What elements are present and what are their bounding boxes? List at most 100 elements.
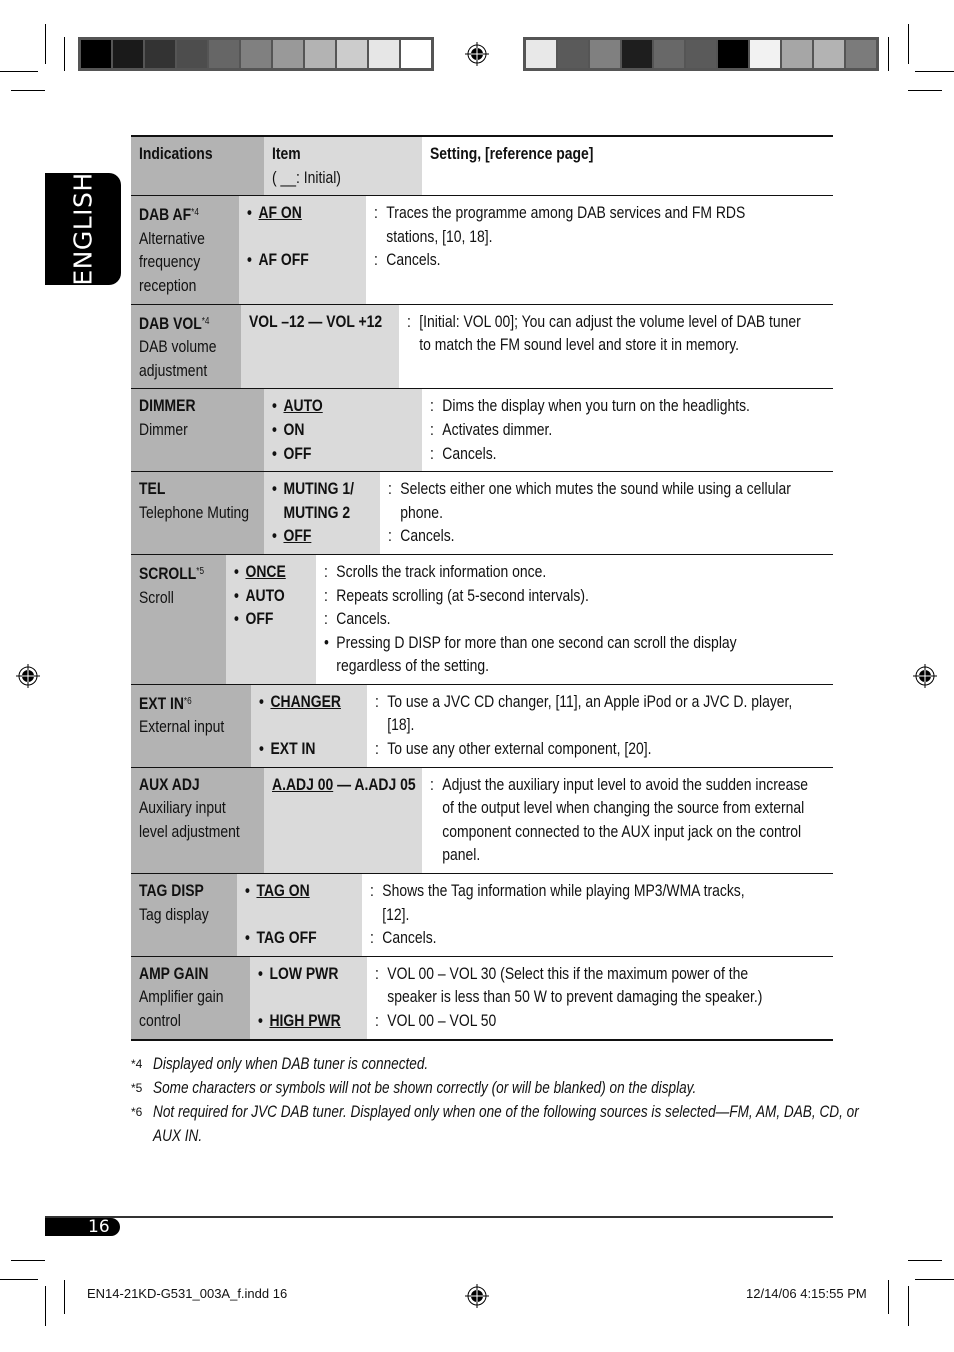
indication-description: Telephone Muting [139, 502, 250, 522]
setting-text: phone. [400, 502, 443, 522]
item-option [247, 225, 338, 249]
color-swatch [305, 40, 335, 68]
item-option: EXT IN [259, 737, 341, 761]
setting-line: : Scrolls the track information once. [324, 560, 737, 584]
setting-prefix [374, 225, 386, 249]
setting-prefix [375, 985, 387, 1009]
setting-text: Cancels. [442, 443, 497, 463]
color-swatch [846, 40, 876, 68]
setting-prefix: : [387, 479, 392, 499]
setting-text: [12]. [382, 904, 410, 924]
setting-text: Pressing D DISP for more than one second… [336, 632, 737, 652]
indication-name: DAB AF*4 [139, 201, 214, 227]
footnote-text: Not required for JVC DAB tuner. Displaye… [153, 1102, 859, 1121]
item-option: A.ADJ 00 — A.ADJ 05 [272, 773, 416, 797]
indication-name: EXT IN*6 [139, 690, 224, 716]
table-row: AMP GAIN Amplifier gain control LOW PWR HIG… [131, 955, 854, 1039]
indication-name: SCROLL*5 [139, 560, 204, 586]
item-option: MUTING 1/ [272, 477, 353, 501]
crop-mark [45, 24, 46, 64]
setting-cell: : Dims the display when you turn on the h… [422, 389, 833, 472]
table-row: DAB AF*4AlternativefrequencyreceptionAF … [131, 196, 833, 304]
color-swatch [369, 40, 399, 68]
item-cell: MUTING 1/MUTING 2 OFF [264, 472, 380, 554]
footnote-mark [131, 1124, 153, 1148]
color-swatch [241, 40, 271, 68]
setting-text: component connected to the AUX input jac… [442, 821, 802, 841]
setting-text: regardless of the setting. [336, 656, 489, 676]
table-row: TEL Telephone Muting MUTING 1/MUTING 2 OFF:… [131, 471, 886, 554]
color-swatch [113, 40, 143, 68]
color-swatch [814, 40, 844, 68]
setting-line: : Shows the Tag information while playing… [370, 879, 745, 903]
item-cell: VOL –12 — VOL +12 [241, 304, 400, 389]
item-option: HIGH PWR [258, 1009, 340, 1033]
setting-prefix: : [374, 963, 379, 983]
setting-prefix: : [370, 928, 374, 948]
table-row: TAG DISP Tag display TAG ON TAG OFF: Shows … [131, 873, 833, 956]
indication-code: DAB VOL [139, 313, 202, 333]
color-swatch [177, 40, 207, 68]
crop-mark [45, 1286, 46, 1326]
setting-text: [18]. [387, 715, 415, 735]
item-option: CHANGER [259, 690, 340, 714]
setting-cell: : VOL 00 – VOL 30 (Select this if the max… [366, 956, 854, 1039]
item-option-initial: TAG ON [256, 881, 310, 901]
header-item-note: ( __: Initial) [272, 167, 341, 187]
table-row: AUX ADJ Auxiliary input level adjustment A.… [131, 766, 898, 874]
item-cell: A.ADJ 00 — A.ADJ 05 [264, 767, 422, 874]
setting-prefix: • [323, 632, 329, 652]
item-option: AUTO [234, 584, 294, 608]
setting-text: To use a JVC CD changer, [11], an Apple … [387, 691, 793, 711]
indication-description: Amplifier gain [139, 987, 224, 1007]
footnote-item: *4 Displayed only when DAB tuner is conne… [131, 1052, 841, 1076]
slug-datetime: 12/14/06 4:15:55 PM [746, 1286, 867, 1301]
setting-text: Dims the display when you turn on the he… [442, 396, 750, 416]
setting-text: panel. [442, 845, 481, 865]
setting-line: stations, [10, 18]. [374, 225, 745, 249]
crop-mark [0, 1279, 38, 1280]
color-swatch [273, 40, 303, 68]
footnote-mark: *4 [131, 1057, 143, 1071]
item-option-initial: AUTO [283, 396, 323, 416]
color-swatch [401, 40, 431, 68]
color-swatch [526, 40, 556, 68]
color-swatch [558, 40, 588, 68]
setting-cell: : Scrolls the track information once.: Rep… [315, 554, 833, 684]
setting-text: Shows the Tag information while playing … [382, 881, 745, 901]
setting-line: : Adjust the auxiliary input level to avo… [430, 773, 808, 797]
setting-text: Repeats scrolling (at 5-second intervals… [336, 585, 589, 605]
setting-line: : Cancels. [430, 442, 756, 466]
color-swatch [750, 40, 780, 68]
setting-line: : [Initial: VOL 00]; You can adjust the v… [407, 310, 801, 334]
footnote-mark: *5 [131, 1081, 143, 1095]
setting-line: : Cancels. [324, 607, 737, 631]
setting-line: : To use any other external component, [2… [375, 737, 792, 761]
color-swatch [209, 40, 239, 68]
crop-mark [0, 71, 38, 72]
item-option: TAG ON [245, 879, 335, 903]
indication-code: TAG DISP [139, 881, 204, 901]
setting-prefix: : [323, 609, 328, 629]
crop-mark [908, 24, 909, 64]
color-swatch [81, 40, 111, 68]
footnote-ref: *4 [191, 207, 199, 219]
setting-line: : Repeats scrolling (at 5-second interval… [324, 584, 737, 608]
setting-text: Selects either one which mutes the sound… [400, 479, 791, 499]
setting-cell: : Selects either one which mutes the soun… [379, 472, 886, 554]
setting-text: VOL 00 – VOL 50 [387, 1011, 497, 1030]
item-option-initial: AF ON [258, 203, 302, 223]
indication-cell: TEL Telephone Muting [131, 472, 264, 554]
indication-name: AMP GAIN [139, 962, 223, 986]
item-option: ONCE [234, 560, 294, 584]
item-option: OFF [272, 524, 354, 548]
setting-cell: : Adjust the auxiliary input level to avo… [422, 767, 898, 874]
setting-line: • Pressing D DISP for more than one secon… [324, 631, 737, 655]
indication-name: TAG DISP [139, 879, 213, 903]
settings-table: Indications Item ( __: Initial) Setting,… [131, 135, 898, 1041]
color-calibration-bar-left [78, 37, 434, 71]
table-body: DAB AF*4AlternativefrequencyreceptionAF … [131, 196, 898, 1039]
indication-description: Tag display [139, 904, 209, 924]
footnotes: *4 Displayed only when DAB tuner is conne… [131, 1052, 859, 1148]
crop-mark [888, 1280, 889, 1314]
